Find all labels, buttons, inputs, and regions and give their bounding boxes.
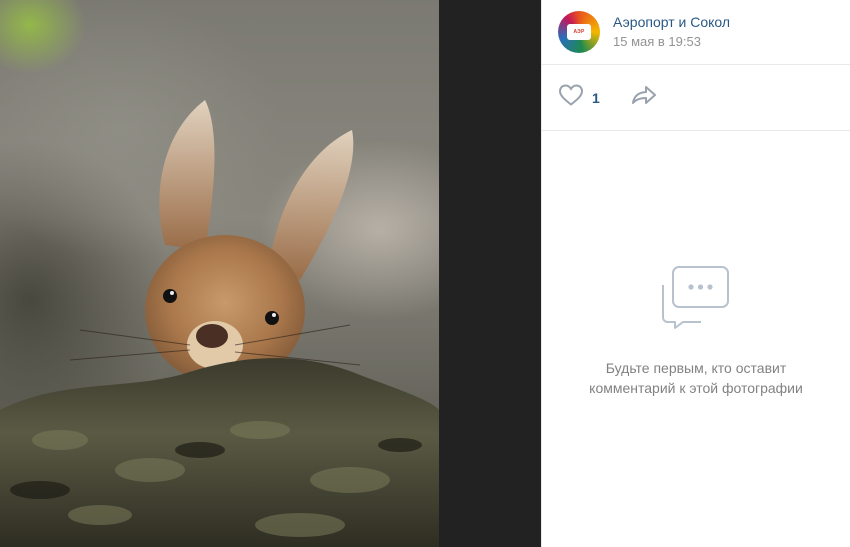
post-header: АЭР Аэропорт и Сокол 15 мая в 19:53	[542, 0, 850, 65]
comments-bubble-icon	[542, 265, 850, 334]
group-name-link[interactable]: Аэропорт и Сокол	[613, 13, 730, 31]
post-meta: Аэропорт и Сокол 15 мая в 19:53	[613, 13, 730, 51]
photo-area[interactable]	[0, 0, 541, 547]
empty-comments: Будьте первым, кто оставит комментарий к…	[542, 265, 850, 398]
empty-comments-line1: Будьте первым, кто оставит	[605, 360, 787, 376]
share-button[interactable]	[630, 84, 658, 111]
photo-viewer: АЭР Аэропорт и Сокол 15 мая в 19:53 1 Бу…	[0, 0, 850, 547]
heart-icon	[558, 83, 584, 112]
like-button[interactable]: 1	[558, 83, 600, 112]
avatar-logo: АЭР	[567, 24, 591, 40]
post-sidebar: АЭР Аэропорт и Сокол 15 мая в 19:53 1 Бу…	[541, 0, 850, 547]
empty-comments-line2: комментарий к этой фотографии	[589, 380, 803, 396]
avatar-logo-text: АЭР	[573, 28, 585, 35]
share-arrow-icon	[630, 84, 658, 111]
like-count: 1	[592, 89, 600, 106]
photo-squirrel[interactable]	[0, 0, 439, 547]
post-actions: 1	[542, 65, 850, 131]
post-date[interactable]: 15 мая в 19:53	[613, 33, 730, 51]
empty-comments-text: Будьте первым, кто оставит комментарий к…	[542, 358, 850, 398]
squirrel-illustration	[0, 100, 439, 547]
group-avatar[interactable]: АЭР	[558, 11, 600, 53]
